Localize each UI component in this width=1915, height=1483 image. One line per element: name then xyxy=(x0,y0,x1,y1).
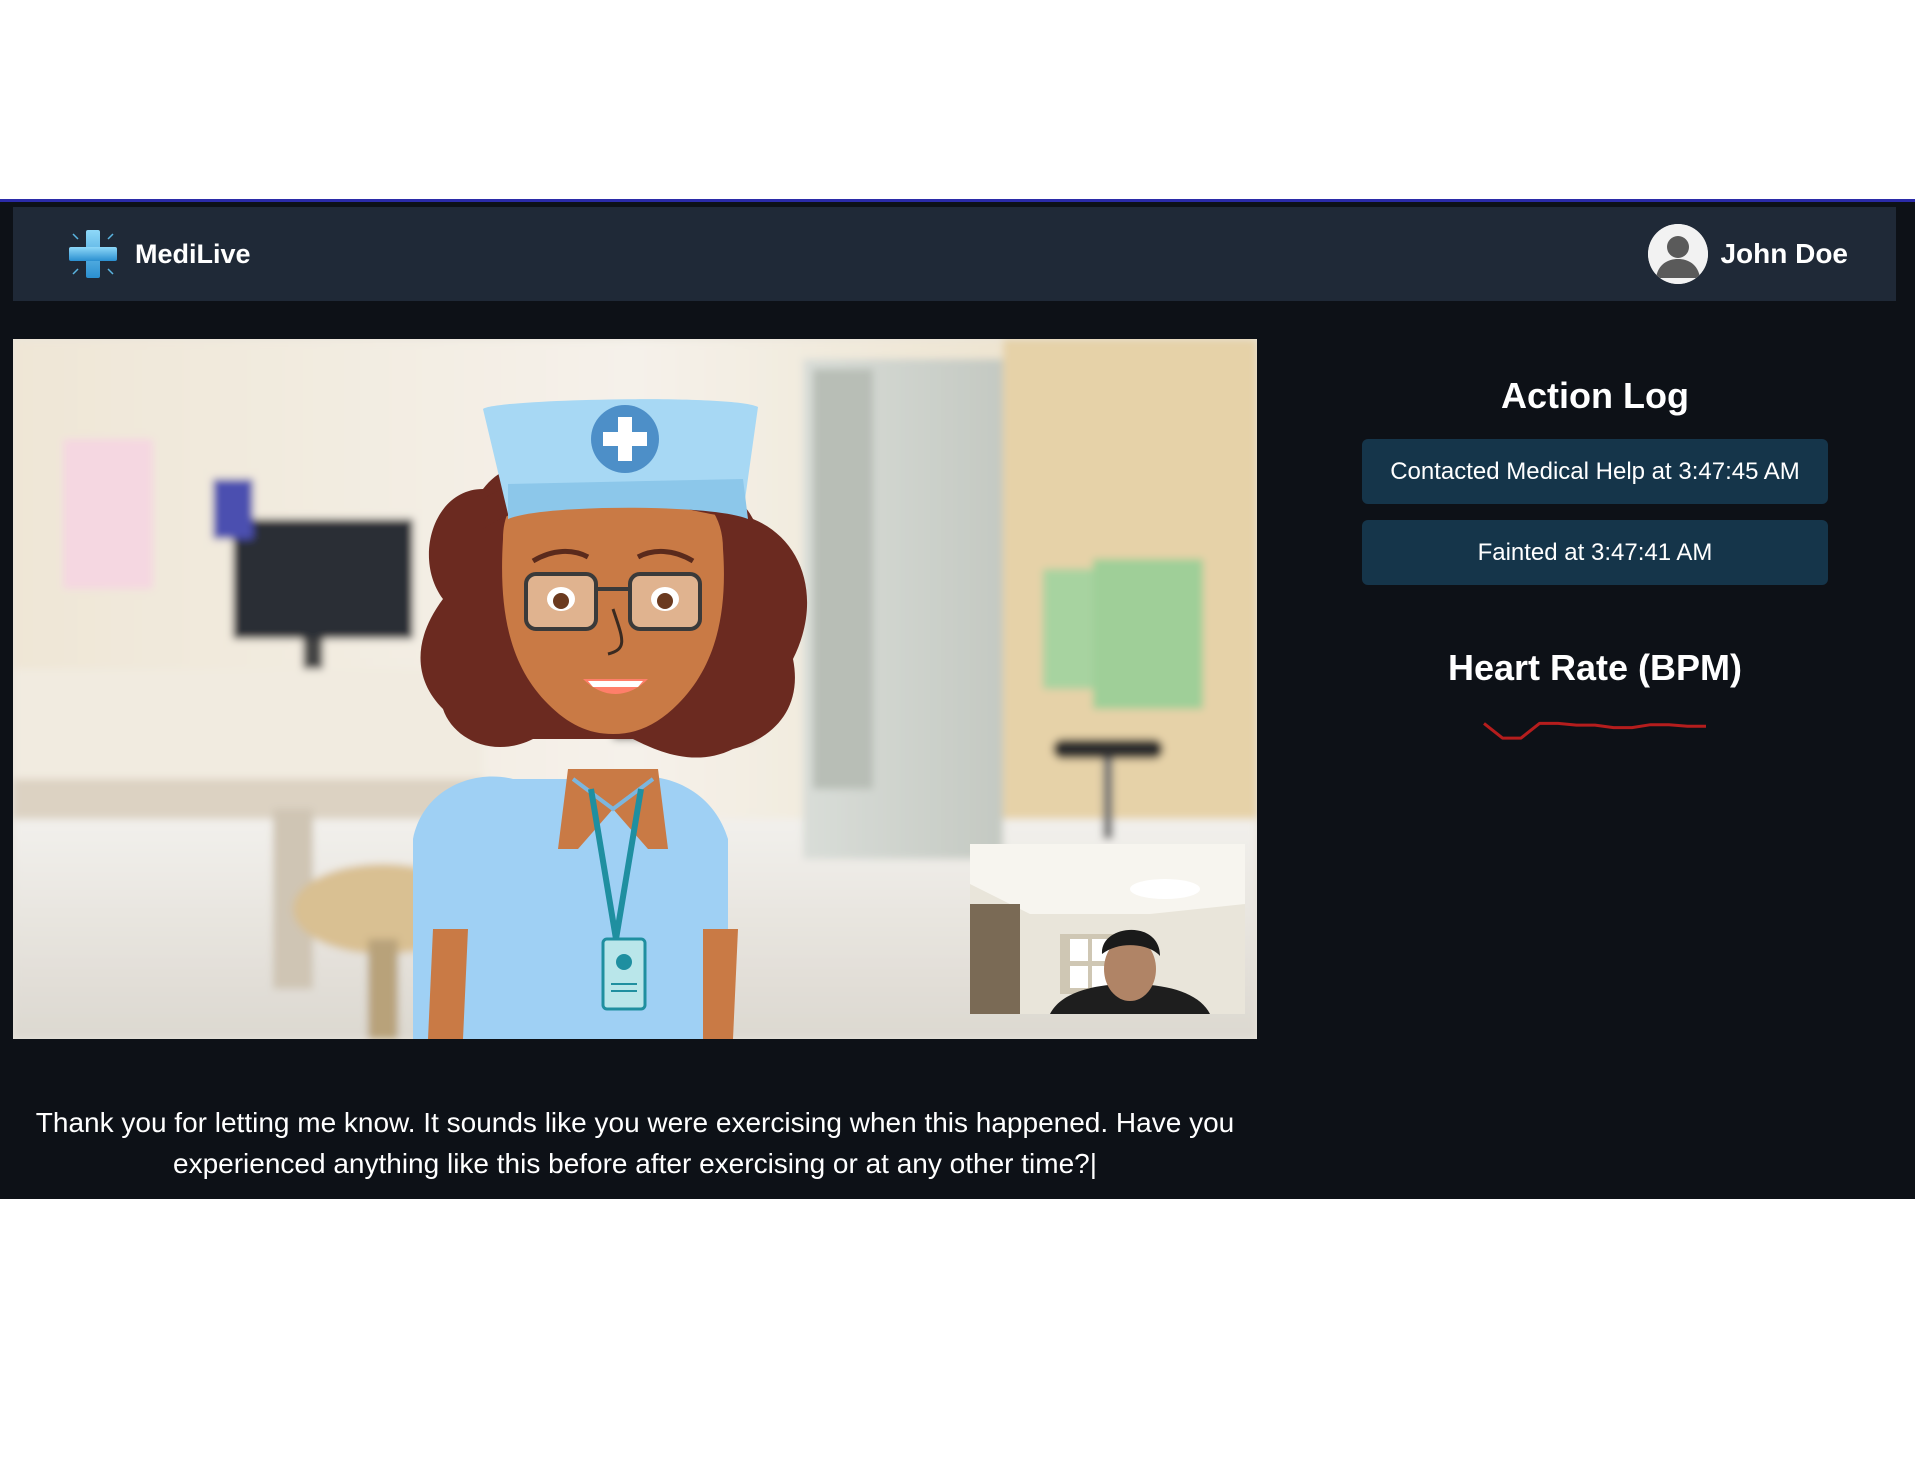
patient-camera-feed xyxy=(970,844,1245,1014)
heart-rate-title: Heart Rate (BPM) xyxy=(1447,647,1743,688)
user-avatar-icon[interactable] xyxy=(1648,224,1709,284)
action-log-item: Contacted Medical Help at 3:47:45 AM xyxy=(1362,439,1828,504)
doctor-video-feed xyxy=(13,339,1257,1039)
app-window: MediLive John Doe Thank you for letting … xyxy=(0,199,1915,1199)
navbar: MediLive John Doe xyxy=(13,207,1896,301)
self-camera-view[interactable] xyxy=(970,844,1245,1014)
top-whitespace xyxy=(0,0,1915,199)
user-menu[interactable]: John Doe xyxy=(1648,224,1848,284)
app-name: MediLive xyxy=(135,238,251,269)
action-log-item: Fainted at 3:47:41 AM xyxy=(1362,520,1828,585)
assistant-caption: Thank you for letting me know. It sounds… xyxy=(35,1107,1235,1179)
user-name: John Doe xyxy=(1720,238,1848,269)
bottom-whitespace xyxy=(0,1199,1915,1483)
heart-rate-line xyxy=(1483,721,1706,740)
sidebar: Action Log Contacted Medical Help at 3:4… xyxy=(1300,339,1890,761)
action-log-list: Contacted Medical Help at 3:47:45 AM Fai… xyxy=(1300,439,1890,585)
action-log-title: Action Log xyxy=(1501,375,1689,416)
medical-cross-icon xyxy=(63,224,123,284)
heart-rate-chart xyxy=(1483,721,1706,740)
brand[interactable]: MediLive xyxy=(63,224,251,284)
